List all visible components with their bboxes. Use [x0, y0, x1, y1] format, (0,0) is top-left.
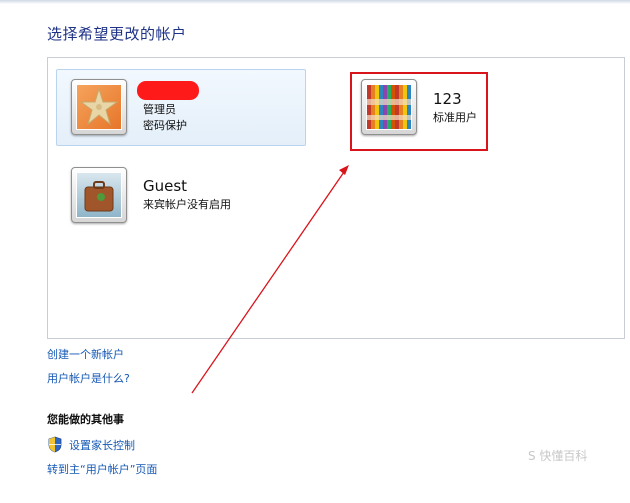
- shield-icon: [48, 436, 62, 453]
- other-tasks-heading: 您能做的其他事: [47, 413, 124, 426]
- annotation-arrow: [191, 165, 349, 394]
- watermark: S 快懂百科: [528, 449, 588, 463]
- main-user-accounts-link[interactable]: 转到主“用户帐户”页面: [47, 461, 157, 477]
- what-is-account-link[interactable]: 用户帐户是什么?: [47, 370, 130, 386]
- create-account-link[interactable]: 创建一个新帐户: [47, 346, 124, 362]
- parental-controls-link[interactable]: 设置家长控制: [69, 437, 135, 453]
